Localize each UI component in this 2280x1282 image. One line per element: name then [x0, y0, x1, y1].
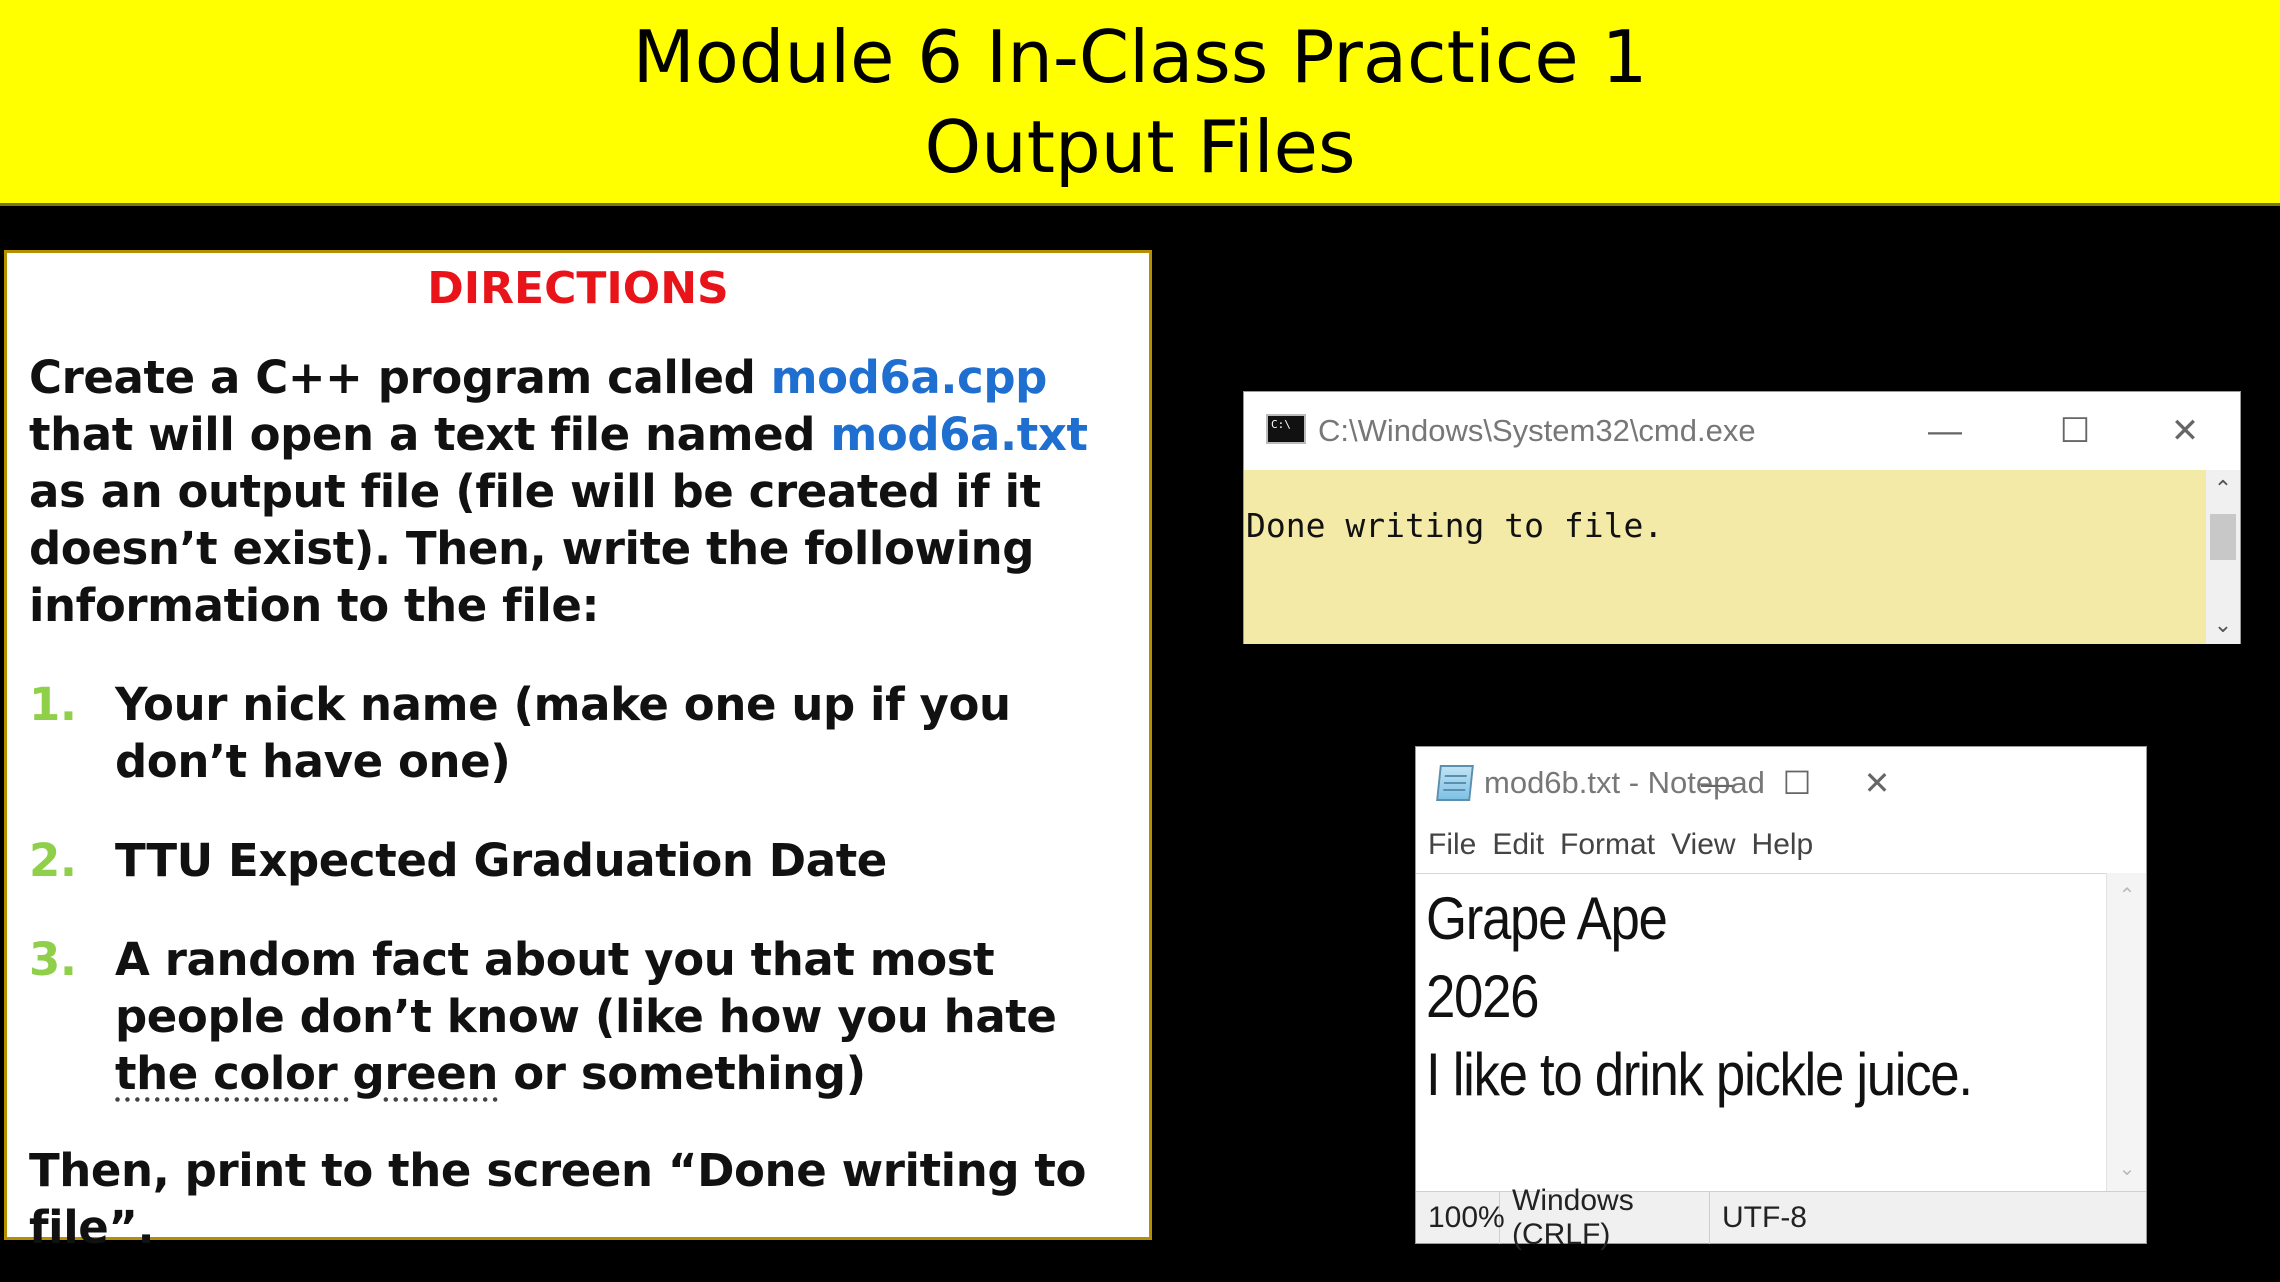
directions-card: DIRECTIONS Create a C++ program called m…: [4, 250, 1152, 1254]
notepad-menubar: File Edit Format View Help: [1416, 819, 1829, 871]
program-filename: mod6a.cpp: [770, 351, 1048, 404]
menu-help[interactable]: Help: [1752, 828, 1814, 862]
status-line-ending: Windows (CRLF): [1500, 1184, 1710, 1251]
list-text: A random fact about you that most people…: [115, 931, 1127, 1102]
notepad-window: mod6b.txt - Notepad — ☐ ✕ File Edit Form…: [1415, 746, 2147, 1251]
status-zoom: 100%: [1416, 1191, 1505, 1244]
intro-text-2: that will open a text file named: [29, 408, 831, 461]
list-text-part: A random fact about you that most people…: [115, 933, 1057, 1043]
scrollbar-thumb[interactable]: [2210, 514, 2236, 560]
menu-edit[interactable]: Edit: [1492, 828, 1544, 862]
chevron-down-icon[interactable]: ⌄: [2107, 1156, 2147, 1181]
notepad-statusbar: 100% Windows (CRLF) UTF-8: [1416, 1184, 2146, 1251]
maximize-button[interactable]: ☐: [2020, 392, 2130, 470]
cmd-title: C:\Windows\System32\cmd.exe: [1318, 413, 1756, 448]
cmd-window: C:\ C:\Windows\System32\cmd.exe — ☐ ✕ Do…: [1243, 391, 2241, 644]
menu-view[interactable]: View: [1671, 828, 1735, 862]
slide-subtitle: Output Files: [924, 105, 1356, 189]
directions-outro: Then, print to the screen “Done writing …: [29, 1144, 1087, 1254]
cmd-scrollbar[interactable]: ⌃ ⌄: [2206, 470, 2240, 644]
list-item: 3. A random fact about you that most peo…: [29, 931, 1127, 1102]
intro-text-3: as an output file (file will be created …: [29, 465, 1041, 632]
console-output[interactable]: Done writing to file.: [1244, 470, 2206, 644]
text-filename: mod6a.txt: [830, 408, 1088, 461]
slide-title: Module 6 In-Class Practice 1: [632, 15, 1648, 99]
spellcheck-underlined-text: the color green: [115, 1047, 499, 1100]
list-number: 2.: [29, 834, 77, 887]
chevron-up-icon[interactable]: ⌃: [2206, 476, 2240, 502]
cmd-titlebar[interactable]: C:\ C:\Windows\System32\cmd.exe — ☐ ✕: [1244, 392, 2240, 470]
minimize-button[interactable]: —: [1890, 392, 2000, 470]
editor-line: 2026: [1426, 963, 1540, 1030]
editor-line: I like to drink pickle juice.: [1426, 1041, 1973, 1108]
list-item: 1. Your nick name (make one up if you do…: [29, 676, 1127, 790]
menu-format[interactable]: Format: [1560, 828, 1655, 862]
title-banner: Module 6 In-Class Practice 1 Output File…: [0, 0, 2280, 206]
notepad-icon: [1436, 765, 1474, 801]
console-icon: C:\: [1266, 414, 1306, 444]
list-text: TTU Expected Graduation Date: [115, 834, 887, 887]
list-text: Your nick name (make one up if you don’t…: [115, 678, 1011, 788]
chevron-down-icon[interactable]: ⌄: [2206, 612, 2240, 638]
list-number: 1.: [29, 678, 77, 731]
close-button[interactable]: ✕: [1822, 747, 1932, 819]
list-text-part: or something): [498, 1047, 866, 1100]
editor-line: Grape Ape: [1426, 885, 1668, 952]
directions-heading: DIRECTIONS: [427, 263, 729, 314]
directions-intro: Create a C++ program called mod6a.cpp th…: [29, 349, 1127, 634]
close-button[interactable]: ✕: [2130, 392, 2240, 470]
list-item: 2. TTU Expected Graduation Date: [29, 832, 1127, 889]
notepad-scrollbar[interactable]: ⌃ ⌄: [2106, 873, 2146, 1191]
notepad-titlebar[interactable]: mod6b.txt - Notepad — ☐ ✕: [1416, 747, 2146, 819]
intro-text-1: Create a C++ program called: [29, 351, 771, 404]
menu-file[interactable]: File: [1428, 828, 1476, 862]
status-encoding: UTF-8: [1722, 1200, 1807, 1234]
requirements-list: 1. Your nick name (make one up if you do…: [29, 676, 1127, 1102]
list-number: 3.: [29, 933, 77, 986]
chevron-up-icon[interactable]: ⌃: [2107, 883, 2147, 908]
notepad-editor[interactable]: Grape Ape 2026 I like to drink pickle ju…: [1416, 873, 2106, 1191]
